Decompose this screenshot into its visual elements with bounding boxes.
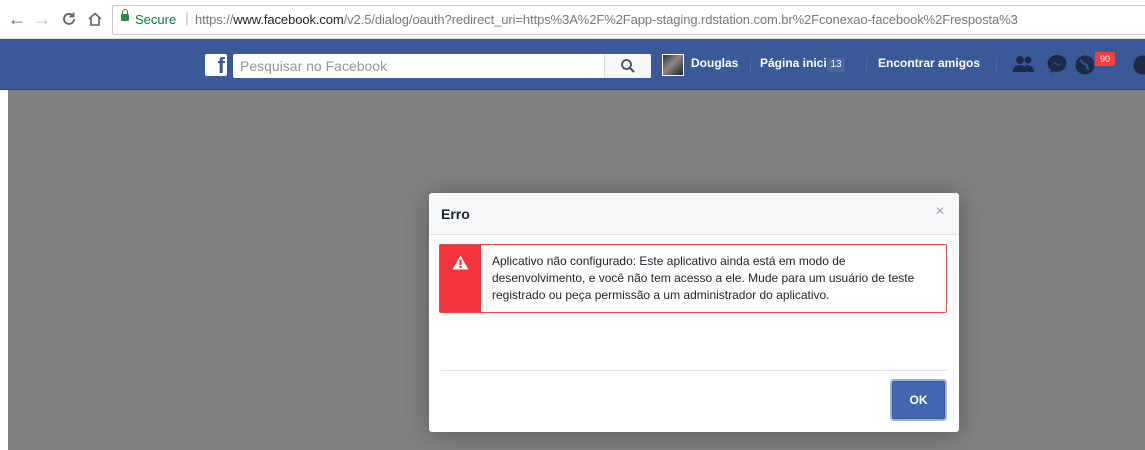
search-icon bbox=[621, 59, 635, 73]
back-arrow-icon[interactable]: ← bbox=[6, 7, 28, 31]
quick-help-icon[interactable] bbox=[1132, 54, 1145, 76]
search-box bbox=[233, 54, 651, 78]
warning-icon bbox=[452, 255, 469, 270]
close-icon[interactable]: × bbox=[932, 203, 948, 221]
forward-arrow-icon[interactable]: → bbox=[31, 7, 53, 31]
find-friends-link[interactable]: Encontrar amigos bbox=[878, 56, 980, 70]
avatar[interactable] bbox=[662, 54, 684, 76]
secure-label: Secure bbox=[135, 12, 177, 27]
home-icon[interactable] bbox=[84, 7, 106, 31]
error-dialog: Erro × Aplicativo não configurado: Este … bbox=[429, 193, 959, 432]
url-text: https://www.facebook.com/v2.5/dialog/oau… bbox=[195, 12, 1018, 27]
browser-toolbar: ← → Secure | https://www.facebook.com/v2… bbox=[0, 0, 1145, 39]
dialog-header: Erro × bbox=[429, 193, 959, 235]
address-bar[interactable]: Secure | https://www.facebook.com/v2.5/d… bbox=[112, 5, 1145, 35]
error-icon-area bbox=[440, 245, 481, 312]
globe-notifications-icon[interactable] bbox=[1074, 54, 1096, 76]
facebook-top-bar: f Douglas Página inicial 13 Encontrar am… bbox=[0, 39, 1145, 90]
nav-divider bbox=[750, 58, 751, 72]
nav-divider bbox=[866, 58, 867, 72]
profile-link[interactable]: Douglas bbox=[691, 56, 738, 70]
search-button[interactable] bbox=[604, 54, 651, 78]
ok-button[interactable]: OK bbox=[892, 381, 945, 419]
reload-icon[interactable] bbox=[58, 7, 80, 31]
error-message-box: Aplicativo não configurado: Este aplicat… bbox=[439, 244, 947, 313]
messages-icon[interactable] bbox=[1046, 54, 1068, 74]
friend-requests-icon[interactable] bbox=[1012, 54, 1036, 74]
nav-divider bbox=[996, 58, 997, 72]
home-count-badge: 13 bbox=[827, 58, 845, 72]
footer-divider bbox=[441, 370, 947, 371]
dialog-title: Erro bbox=[441, 206, 470, 222]
lock-icon bbox=[121, 9, 129, 21]
search-input[interactable] bbox=[233, 54, 617, 78]
home-link[interactable]: Página inicial bbox=[760, 56, 837, 70]
url-separator: | bbox=[185, 10, 189, 27]
error-message-text: Aplicativo não configurado: Este aplicat… bbox=[492, 254, 915, 302]
notifications-count-badge: 90 bbox=[1094, 51, 1116, 67]
facebook-logo-icon[interactable]: f bbox=[205, 54, 227, 76]
